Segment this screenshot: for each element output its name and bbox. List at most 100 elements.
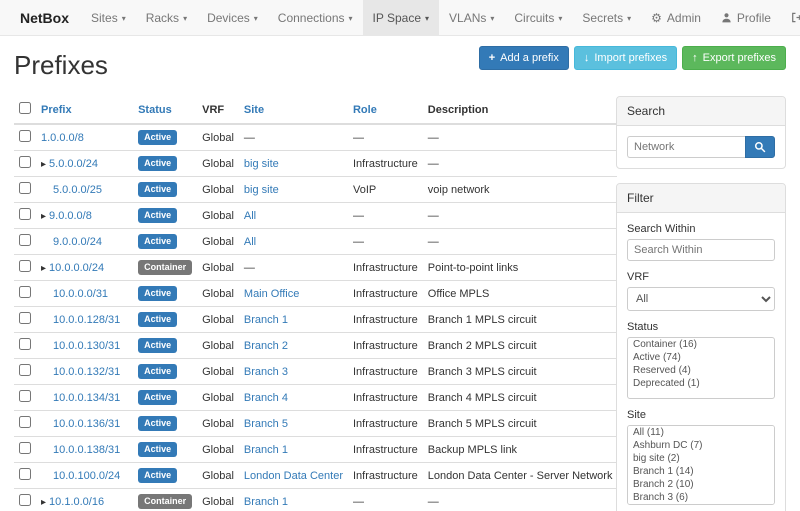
row-checkbox[interactable]: [19, 390, 31, 402]
site-link[interactable]: Branch 2: [244, 340, 288, 352]
nav-item-log-out[interactable]: Log out: [781, 0, 800, 35]
prefix-link[interactable]: 1.0.0.0/8: [41, 132, 84, 144]
prefix-link[interactable]: 10.1.0.0/16: [49, 496, 104, 508]
row-checkbox[interactable]: [19, 286, 31, 298]
table-row: 10.0.100.0/24ActiveGlobalLondon Data Cen…: [14, 463, 617, 489]
description-cell: —: [423, 151, 618, 177]
app-brand[interactable]: NetBox: [8, 0, 81, 35]
nav-item-admin[interactable]: ⚙Admin: [641, 0, 711, 35]
nav-item-vlans[interactable]: VLANs▾: [439, 0, 504, 35]
site-cell: London Data Center: [239, 463, 348, 489]
row-checkbox-cell: [14, 255, 36, 281]
site-link[interactable]: Branch 4: [244, 392, 288, 404]
site-link[interactable]: big site: [244, 158, 279, 170]
column-header-role[interactable]: Role: [348, 96, 423, 124]
site-option[interactable]: Branch 3 (6): [628, 491, 774, 504]
site-option[interactable]: Ashburn DC (7): [628, 439, 774, 452]
prefix-link[interactable]: 10.0.0.128/31: [53, 314, 120, 326]
site-option[interactable]: Branch 2 (10): [628, 478, 774, 491]
column-header-status[interactable]: Status: [133, 96, 197, 124]
export-prefixes-button[interactable]: ↑ Export prefixes: [682, 46, 786, 70]
site-link[interactable]: Branch 3: [244, 366, 288, 378]
status-option[interactable]: Container (16): [628, 338, 774, 351]
site-link[interactable]: Branch 1: [244, 496, 288, 508]
status-select[interactable]: Container (16)Active (74)Reserved (4)Dep…: [627, 337, 775, 399]
site-link[interactable]: Branch 1: [244, 314, 288, 326]
prefix-link[interactable]: 10.0.100.0/24: [53, 470, 120, 482]
column-header-link[interactable]: Role: [353, 104, 377, 116]
row-checkbox[interactable]: [19, 442, 31, 454]
vrf-select[interactable]: All: [627, 287, 775, 311]
search-within-input[interactable]: [627, 239, 775, 261]
prefix-cell: ▸5.0.0.0/24: [36, 151, 133, 177]
site-option[interactable]: big site (2): [628, 452, 774, 465]
column-header-site[interactable]: Site: [239, 96, 348, 124]
column-header-link[interactable]: Site: [244, 104, 264, 116]
import-prefixes-button[interactable]: ↓ Import prefixes: [574, 46, 677, 70]
prefix-link[interactable]: 10.0.0.132/31: [53, 366, 120, 378]
role-cell: —: [348, 229, 423, 255]
search-button[interactable]: [745, 136, 775, 158]
site-link[interactable]: All: [244, 236, 256, 248]
prefix-link[interactable]: 9.0.0.0/24: [53, 236, 102, 248]
site-link[interactable]: Main Office: [244, 288, 299, 300]
site-link[interactable]: Branch 1: [244, 444, 288, 456]
row-checkbox[interactable]: [19, 416, 31, 428]
status-cell: Container: [133, 255, 197, 281]
table-row: 10.0.0.132/31ActiveGlobalBranch 3Infrast…: [14, 359, 617, 385]
row-checkbox[interactable]: [19, 208, 31, 220]
prefix-link[interactable]: 5.0.0.0/25: [53, 184, 102, 196]
select-all-checkbox[interactable]: [19, 102, 31, 114]
row-checkbox[interactable]: [19, 494, 31, 506]
site-option[interactable]: All (11): [628, 426, 774, 439]
site-option[interactable]: Branch 1 (14): [628, 465, 774, 478]
vrf-cell: Global: [197, 151, 239, 177]
row-checkbox[interactable]: [19, 130, 31, 142]
row-checkbox[interactable]: [19, 312, 31, 324]
column-header-prefix[interactable]: Prefix: [36, 96, 133, 124]
row-checkbox[interactable]: [19, 468, 31, 480]
nav-item-sites[interactable]: Sites▾: [81, 0, 136, 35]
nav-item-devices[interactable]: Devices▾: [197, 0, 268, 35]
prefix-link[interactable]: 10.0.0.130/31: [53, 340, 120, 352]
nav-user-menu: ⚙AdminProfileLog out: [641, 0, 800, 35]
nav-item-secrets[interactable]: Secrets▾: [572, 0, 641, 35]
gear-icon: ⚙: [651, 12, 662, 24]
status-option[interactable]: Active (74): [628, 351, 774, 364]
column-header-link[interactable]: Prefix: [41, 104, 72, 116]
prefix-link[interactable]: 5.0.0.0/24: [49, 158, 98, 170]
status-option[interactable]: Deprecated (1): [628, 377, 774, 390]
prefix-link[interactable]: 10.0.0.134/31: [53, 392, 120, 404]
prefix-link[interactable]: 10.0.0.0/31: [53, 288, 108, 300]
site-cell: —: [239, 255, 348, 281]
vrf-label: VRF: [627, 271, 775, 283]
nav-item-racks[interactable]: Racks▾: [136, 0, 197, 35]
nav-item-profile[interactable]: Profile: [711, 0, 781, 35]
nav-item-ip-space[interactable]: IP Space▾: [363, 0, 440, 35]
row-checkbox[interactable]: [19, 182, 31, 194]
row-checkbox[interactable]: [19, 364, 31, 376]
column-header-link[interactable]: Status: [138, 104, 172, 116]
nav-item-label: Racks: [146, 11, 179, 25]
site-link[interactable]: London Data Center: [244, 470, 343, 482]
search-input[interactable]: [627, 136, 745, 158]
row-checkbox[interactable]: [19, 338, 31, 350]
row-checkbox[interactable]: [19, 156, 31, 168]
add-prefix-button[interactable]: + Add a prefix: [479, 46, 569, 70]
row-checkbox[interactable]: [19, 234, 31, 246]
nav-item-label: VLANs: [449, 11, 486, 25]
status-option[interactable]: Reserved (4): [628, 364, 774, 377]
site-option[interactable]: Branch 4 (12): [628, 504, 774, 505]
nav-item-circuits[interactable]: Circuits▾: [504, 0, 572, 35]
site-link[interactable]: big site: [244, 184, 279, 196]
prefix-link[interactable]: 10.0.0.138/31: [53, 444, 120, 456]
site-link[interactable]: All: [244, 210, 256, 222]
site-select[interactable]: All (11)Ashburn DC (7)big site (2)Branch…: [627, 425, 775, 505]
prefix-link[interactable]: 9.0.0.0/8: [49, 210, 92, 222]
row-checkbox[interactable]: [19, 260, 31, 272]
vrf-cell: Global: [197, 411, 239, 437]
nav-item-connections[interactable]: Connections▾: [268, 0, 363, 35]
site-link[interactable]: Branch 5: [244, 418, 288, 430]
prefix-link[interactable]: 10.0.0.136/31: [53, 418, 120, 430]
prefix-link[interactable]: 10.0.0.0/24: [49, 262, 104, 274]
